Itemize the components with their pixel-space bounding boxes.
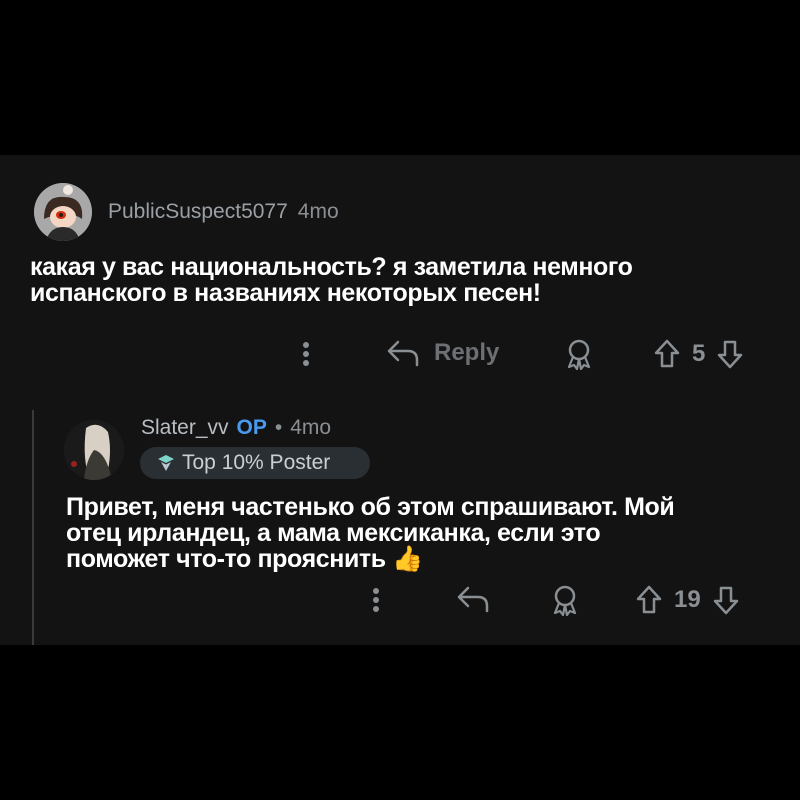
badge-icon [158, 455, 174, 471]
timestamp: 4mo [290, 416, 332, 439]
downvote-icon[interactable] [711, 584, 741, 616]
downvote-icon[interactable] [715, 338, 745, 370]
comment-text-line: поможет что-то прояснить 👍 [66, 546, 766, 572]
award-button[interactable] [564, 338, 594, 375]
upvote-icon[interactable] [634, 584, 664, 616]
comment-text-line: отец ирландец, а мама мексиканка, если э… [66, 519, 601, 547]
vote-control: 5 [652, 338, 745, 370]
separator: • [274, 416, 283, 439]
more-options-button[interactable] [366, 584, 386, 621]
upvote-icon[interactable] [652, 338, 682, 370]
more-vertical-icon [303, 342, 309, 366]
avatar-photo-icon [64, 420, 124, 480]
comment-text-line: испанского в названиях некоторых песен! [30, 279, 541, 307]
more-vertical-icon [373, 588, 379, 612]
avatar-illustration-icon [34, 183, 92, 241]
badge-label: Top 10% Poster [182, 451, 331, 474]
award-icon [567, 339, 591, 371]
comment-header: PublicSuspect5077 4mo [108, 200, 339, 224]
comment-text-line: Привет, меня частенько об этом спрашиваю… [66, 493, 675, 521]
comment-text-line: какая у вас национальность? я заметила н… [30, 253, 633, 281]
top-poster-badge[interactable]: Top 10% Poster [140, 447, 370, 479]
award-button[interactable] [550, 584, 580, 621]
op-label: OP [236, 416, 267, 439]
avatar[interactable] [34, 183, 92, 241]
username[interactable]: PublicSuspect5077 [108, 200, 288, 224]
vote-score: 19 [674, 586, 701, 613]
timestamp: 4mo [297, 200, 339, 223]
award-icon [553, 585, 577, 617]
vote-score: 5 [692, 340, 706, 367]
avatar[interactable] [64, 420, 124, 480]
comment-text-segment: поможет что-то прояснить [66, 545, 386, 573]
more-options-button[interactable] [296, 338, 316, 375]
comment-body: какая у вас национальность? я заметила н… [30, 254, 770, 306]
comment-body: Привет, меня частенько об этом спрашиваю… [66, 494, 766, 572]
reply-label: Reply [434, 339, 500, 366]
reply-arrow-icon [457, 586, 489, 613]
comment-header: Slater_vv OP • 4mo [141, 416, 331, 440]
reply-arrow-icon [387, 340, 419, 367]
thread-line[interactable] [32, 410, 34, 645]
reply-button[interactable] [456, 584, 490, 619]
username[interactable]: Slater_vv [141, 416, 229, 440]
vote-control: 19 [634, 584, 741, 616]
thumbs-up-emoji: 👍 [392, 545, 424, 573]
reply-button[interactable]: Reply [386, 338, 499, 368]
